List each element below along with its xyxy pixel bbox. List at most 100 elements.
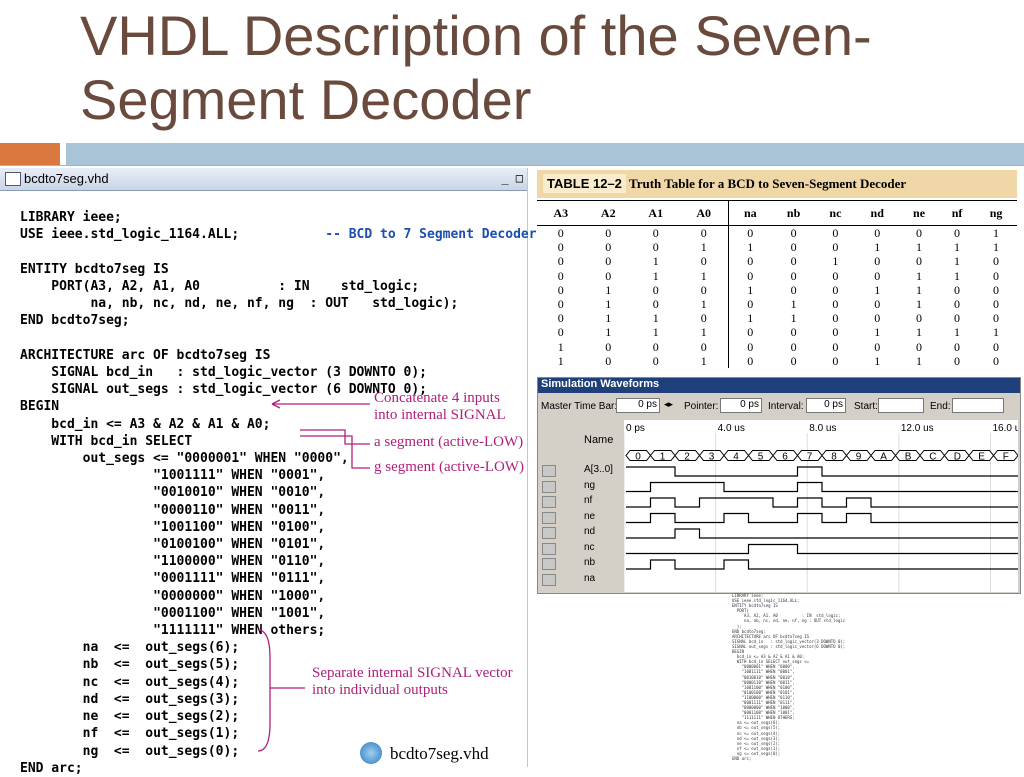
table-row: 0 0 0 1 1 0 0 1 1 1 1 [537, 240, 1017, 255]
table-cell: 0 [954, 339, 961, 354]
signal-row[interactable]: na [538, 571, 622, 588]
bus-value: 6 [782, 452, 788, 463]
table-cell: 1 [832, 254, 839, 269]
time-label: 4.0 us [718, 423, 745, 434]
table-cell: 1 [874, 240, 881, 255]
pointer-field[interactable]: 0 ps [720, 398, 762, 413]
table-row: 1 0 0 0 0 0 0 0 0 0 0 [537, 339, 1017, 354]
table-cell: 0 [605, 268, 612, 283]
bus-value: B [905, 452, 912, 463]
table-cell: 0 [557, 297, 564, 312]
signal-row[interactable]: nb [538, 555, 622, 572]
pin-icon [542, 527, 556, 539]
truth-table: TABLE 12–2 Truth Table for a BCD to Seve… [537, 170, 1017, 375]
slide-title: VHDL Description of the Seven- Segment D… [80, 4, 1010, 132]
table-cell: 0 [652, 353, 659, 368]
table-cell: 1 [652, 325, 659, 340]
signal-row[interactable]: A[3..0] [538, 462, 622, 479]
time-toolbar: Master Time Bar: 0 ps ◂▸ Pointer: 0 ps I… [538, 394, 1020, 418]
table-cell: 1 [874, 353, 881, 368]
column-header: A0 [679, 200, 729, 226]
table-row: 0 1 1 0 1 1 0 0 0 0 0 [537, 311, 1017, 326]
table-row: 1 0 0 1 0 0 0 1 1 0 0 [537, 353, 1017, 368]
table-cell: 0 [874, 297, 881, 312]
table-cell: 0 [954, 311, 961, 326]
table-cell: 0 [605, 226, 612, 241]
table-cell: 1 [557, 339, 564, 354]
pin-icon [542, 573, 556, 586]
table-cell: 1 [700, 325, 707, 340]
table-cell: 1 [727, 240, 772, 255]
signal-name: nf [584, 495, 593, 506]
table-cell: 0 [874, 268, 881, 283]
signal-row[interactable]: nd [538, 524, 622, 541]
waveform-display[interactable]: 0 ps 4.0 us 8.0 us 12.0 us 16.0 us 0 1 2 3 4 5 6 7 8 9… [624, 420, 1018, 592]
table-cell: 0 [727, 296, 772, 312]
bus-value: 8 [831, 452, 837, 463]
bus-value: F [1003, 452, 1009, 463]
table-cell: 0 [832, 226, 839, 241]
vhd-file-icon [360, 742, 382, 764]
table-cell: 0 [790, 226, 797, 241]
name-header: Name [584, 434, 614, 446]
waveform-nd [626, 512, 1018, 524]
start-field[interactable] [878, 398, 924, 413]
table-cell: 0 [557, 311, 564, 326]
table-cell: 1 [727, 311, 772, 326]
table-cell: 1 [874, 325, 881, 340]
signal-row[interactable]: nf [538, 493, 622, 510]
table-cell: 0 [700, 311, 707, 326]
table-row: 0 1 1 1 0 0 0 1 1 1 1 [537, 325, 1017, 340]
time-label: 16.0 us [993, 423, 1018, 434]
table-cell: 0 [700, 254, 707, 269]
table-cell: 0 [605, 339, 612, 354]
column-header: ng [975, 200, 1017, 226]
signal-row[interactable]: ne [538, 509, 622, 526]
pin-icon [542, 542, 556, 555]
master-time-field[interactable]: 0 ps [616, 398, 660, 413]
accent-band-orange [0, 143, 60, 165]
table-cell: 1 [700, 297, 707, 312]
waveform-na [626, 559, 1018, 570]
table-cell: 1 [700, 268, 707, 283]
bus-value: 3 [709, 452, 715, 463]
table-cell: 0 [605, 353, 612, 368]
signal-name: na [584, 572, 596, 584]
table-cell: 0 [790, 353, 797, 368]
table-cell: 1 [916, 240, 923, 255]
column-header: na [727, 200, 772, 226]
time-label: 12.0 us [901, 423, 934, 434]
table-cell: 1 [652, 311, 659, 326]
pin-icon [542, 511, 556, 524]
table-cell: 1 [993, 226, 1000, 241]
waveform-nb [626, 543, 1018, 555]
signal-row[interactable]: ng [538, 478, 622, 495]
bus-value: 0 [635, 452, 641, 463]
table-cell: 0 [916, 339, 923, 354]
bus-value: 2 [684, 452, 690, 463]
arrow-buttons[interactable]: ◂▸ [664, 399, 673, 410]
end-field[interactable] [952, 398, 1004, 413]
table-cell: 1 [916, 297, 923, 312]
table-cell: 0 [874, 226, 881, 241]
signal-name: A[3..0] [584, 464, 613, 475]
bus-value: 4 [733, 452, 739, 463]
table-cell: 1 [954, 254, 961, 269]
table-cell: 0 [652, 339, 659, 354]
table-cell: 0 [993, 311, 1000, 326]
table-cell: 0 [832, 325, 839, 340]
table-cell: 0 [832, 282, 839, 297]
start-label: Start: [854, 401, 878, 412]
column-header: ne [899, 200, 939, 226]
table-cell: 0 [652, 226, 659, 241]
table-cell: 1 [790, 311, 797, 326]
column-header: A1 [632, 200, 680, 226]
table-cell: 1 [652, 268, 659, 283]
signal-row[interactable]: nc [538, 540, 622, 557]
truth-table-grid: A3 A2 A1 A0 na nb nc nd ne nf ng 00000000001000110… [537, 200, 1017, 368]
interval-field[interactable]: 0 ps [806, 398, 846, 413]
table-cell: 0 [832, 353, 839, 368]
callout-arrows [257, 399, 370, 752]
signal-name: ne [584, 510, 596, 522]
pin-icon [542, 480, 556, 493]
